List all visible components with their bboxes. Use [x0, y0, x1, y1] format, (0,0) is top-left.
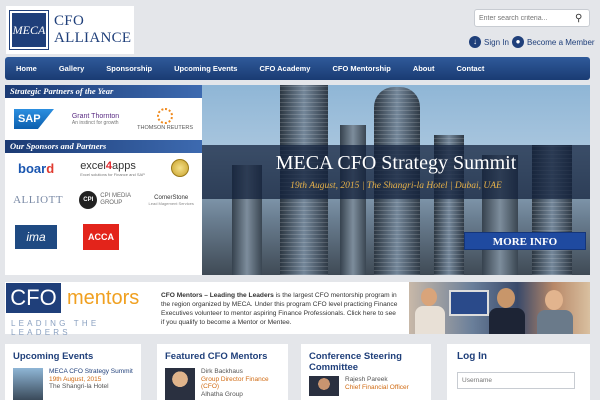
cfo-mentors-heading: CFO Mentors – Leading the Leaders	[161, 292, 274, 299]
login-title: Log In	[457, 351, 487, 362]
site-logo[interactable]: MECA CFO ALLIANCE	[6, 6, 134, 54]
mentor-item[interactable]: Dirk Backhaus Group Director Finance (CF…	[165, 368, 280, 400]
logo-line-2: ALLIANCE	[54, 30, 132, 46]
username-input[interactable]	[457, 372, 575, 389]
mentors-photo	[409, 282, 590, 334]
alliott-logo[interactable]: ALLIOTT	[13, 194, 63, 206]
monitor-image	[449, 290, 489, 316]
person-head	[497, 288, 515, 308]
nav-sponsorship[interactable]: Sponsorship	[106, 64, 152, 73]
committee-item[interactable]: Rajesh Pareek Chief Financial Officer	[309, 376, 423, 396]
event-item[interactable]: MECA CFO Strategy Summit 19th August, 20…	[13, 368, 133, 400]
sponsors-row-1: boar d excel4apps Excel solutions for Fin…	[5, 153, 202, 183]
logo-text: CFO ALLIANCE	[54, 13, 131, 47]
event-venue: The Shangri-la Hotel	[49, 383, 109, 391]
cfo-mentors-logo-right: mentors	[67, 287, 140, 309]
partners-panel: Strategic Partners of the Year SAP Grant…	[5, 85, 202, 275]
committee-role: Chief Financial Officer	[345, 383, 409, 391]
grant-thornton-name: Grant Thornton	[71, 112, 120, 120]
search-box: ⚲	[474, 9, 590, 27]
grant-thornton-logo[interactable]: Grant Thornton An instinct for growth	[72, 113, 119, 126]
search-input[interactable]	[479, 14, 575, 22]
nav-upcoming-events[interactable]: Upcoming Events	[174, 64, 237, 73]
steering-committee-title: Conference Steering Committee	[309, 351, 402, 373]
excel4apps-prefix: excel	[80, 159, 106, 172]
cfo-mentors-tagline: LEADING THE LEADERS	[11, 319, 100, 337]
acca-logo[interactable]: ACCA	[83, 224, 119, 250]
sign-in-link[interactable]: ↓ Sign In	[469, 36, 509, 48]
medal-icon	[170, 159, 189, 177]
event-title: MECA CFO Strategy Summit	[49, 368, 133, 375]
featured-mentors-title: Featured CFO Mentors	[165, 351, 268, 362]
logo-line-1: CFO	[54, 13, 85, 29]
person-head	[421, 288, 437, 306]
steering-committee-card: Conference Steering Committee Rajesh Par…	[301, 344, 431, 400]
nav-contact[interactable]: Contact	[456, 64, 484, 73]
sponsors-row-3: ima ACCA	[5, 217, 202, 257]
person-body	[537, 310, 573, 334]
excel4apps-suffix: apps	[112, 159, 136, 172]
person-head	[545, 290, 563, 310]
arrow-down-circle-icon: ↓	[469, 36, 481, 48]
nav-gallery[interactable]: Gallery	[59, 64, 84, 73]
featured-mentors-card: Featured CFO Mentors Dirk Backhaus Group…	[157, 344, 288, 400]
thomson-reuters-name: THOMSON REUTERS	[137, 124, 194, 131]
sap-logo[interactable]: SAP	[13, 109, 54, 129]
cpi-badge: CPI	[79, 191, 98, 209]
cornerstone-tagline: Lead Magement Services	[148, 200, 194, 206]
cfo-mentors-banner[interactable]: CFO mentors LEADING THE LEADERS CFO Ment…	[5, 282, 590, 337]
cfo-mentors-description[interactable]: CFO Mentors – Leading the Leaders is the…	[161, 291, 401, 327]
ima-logo[interactable]: ima	[15, 225, 57, 249]
committee-name: Rajesh Pareek	[345, 376, 388, 383]
become-member-link[interactable]: ● Become a Member	[512, 36, 595, 48]
mentor-company: Alhatha Group	[201, 390, 243, 398]
committee-avatar	[309, 376, 339, 396]
hero-banner[interactable]: MECA CFO Strategy Summit 19th August, 20…	[202, 85, 590, 275]
search-icon[interactable]: ⚲	[575, 13, 582, 24]
sponsors-row-2: ALLIOTT CPI CPI MEDIA GROUP CornerStone …	[5, 183, 202, 217]
sign-in-label: Sign In	[484, 37, 509, 47]
upcoming-events-title: Upcoming Events	[13, 351, 94, 362]
mentor-role: Group Director Finance (CFO)	[201, 375, 269, 391]
nav-about[interactable]: About	[413, 64, 435, 73]
cornerstone-logo[interactable]: CornerStone Lead Magement Services	[149, 195, 194, 206]
gold-medal-logo[interactable]	[170, 159, 189, 177]
board-logo-text: boar	[18, 160, 47, 176]
board-logo-suffix: d	[46, 160, 55, 176]
thomson-reuters-icon	[157, 107, 174, 124]
upcoming-events-card: Upcoming Events MECA CFO Strategy Summit…	[5, 344, 141, 400]
strategic-partners-row: SAP Grant Thornton An instinct for growt…	[5, 98, 202, 140]
become-member-label: Become a Member	[527, 37, 595, 47]
grant-thornton-tagline: An instinct for growth	[71, 119, 119, 126]
nav-cfo-mentorship[interactable]: CFO Mentorship	[332, 64, 390, 73]
cpi-media-logo[interactable]: CPI CPI MEDIA GROUP	[79, 191, 132, 209]
person-body	[415, 306, 445, 334]
person-body	[489, 308, 525, 334]
strategic-partners-heading: Strategic Partners of the Year	[5, 85, 202, 98]
user-circle-icon: ●	[512, 36, 524, 48]
board-logo[interactable]: boar d	[18, 161, 54, 176]
cfo-mentors-logo: CFO mentors LEADING THE LEADERS	[5, 282, 157, 337]
login-card: Log In	[447, 344, 590, 400]
mentor-avatar	[165, 368, 195, 400]
more-info-button[interactable]: MORE INFO	[464, 232, 586, 250]
excel4apps-logo[interactable]: excel4apps Excel solutions for Finance a…	[80, 160, 145, 177]
nav-home[interactable]: Home	[16, 64, 37, 73]
event-date: 19th August, 2015	[49, 375, 102, 383]
nav-cfo-academy[interactable]: CFO Academy	[259, 64, 310, 73]
mentor-name: Dirk Backhaus	[201, 368, 243, 375]
hero-subtitle: 19th August, 2015 | The Shangri-la Hotel…	[290, 181, 502, 191]
excel4apps-tagline: Excel solutions for Finance and SAP	[80, 171, 145, 177]
thomson-reuters-logo[interactable]: THOMSON REUTERS	[137, 107, 194, 131]
hero-title: MECA CFO Strategy Summit	[275, 152, 517, 174]
meca-logo-mark: MECA	[9, 10, 49, 50]
event-thumbnail	[13, 368, 43, 400]
sponsors-heading: Our Sponsors and Partners	[5, 140, 202, 153]
cpi-media-name: CPI MEDIA GROUP	[100, 193, 131, 206]
cfo-mentors-logo-left: CFO	[6, 283, 61, 313]
main-nav: Home Gallery Sponsorship Upcoming Events…	[5, 57, 590, 80]
